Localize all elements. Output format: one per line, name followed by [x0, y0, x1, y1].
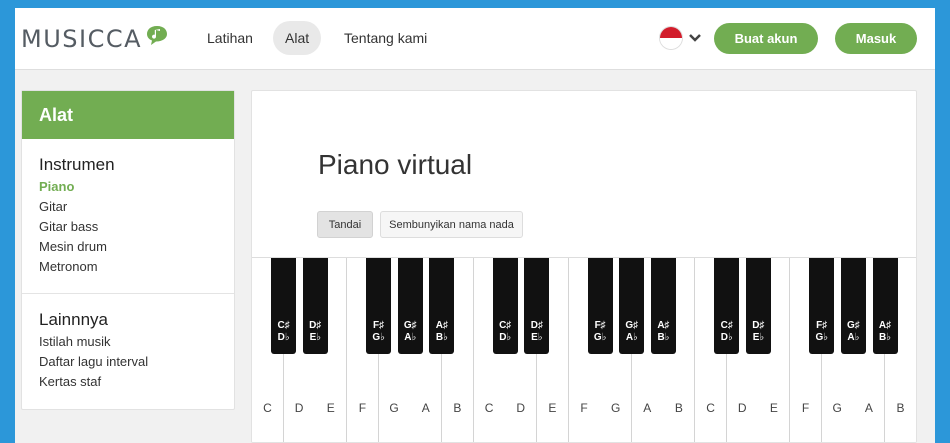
- black-key-sharp-label: D♯: [530, 320, 543, 331]
- black-key-sharp-label: A♯: [435, 320, 448, 331]
- piano-black-key[interactable]: D♯ E♭: [524, 258, 550, 354]
- music-bubble-icon: [147, 26, 168, 45]
- white-key-label: B: [896, 401, 905, 415]
- piano-card: Piano virtual Tandai Sembunyikan nama na…: [251, 90, 917, 443]
- piano-black-key[interactable]: F♯ G♭: [809, 258, 835, 354]
- white-key-label: B: [453, 401, 462, 415]
- black-key-flat-label: B♭: [435, 332, 448, 343]
- piano-black-key[interactable]: A♯ B♭: [650, 258, 676, 354]
- sidebar-divider: [22, 293, 234, 294]
- piano-black-key[interactable]: D♯ E♭: [302, 258, 328, 354]
- black-key-sharp-label: A♯: [657, 320, 670, 331]
- piano-black-key[interactable]: G♯ A♭: [397, 258, 423, 354]
- white-key-label: F: [358, 401, 367, 415]
- sidebar-link-daftar-lagu-interval[interactable]: Daftar lagu interval: [39, 352, 234, 372]
- top-bar: MUSICCA Latihan Alat Tentang kami Buat a…: [15, 8, 935, 70]
- piano-keyboard: C D E F G A B C D E F G A B C D E F G A B C♯ D♭ D♯ E♭ F♯ G♭ G♯ A♭ A♯ B…: [252, 257, 916, 442]
- black-key-flat-label: B♭: [657, 332, 670, 343]
- white-key-label: C: [263, 401, 272, 415]
- black-key-flat-label: E♭: [531, 332, 543, 343]
- white-key-label: A: [643, 401, 652, 415]
- login-button[interactable]: Masuk: [835, 23, 917, 54]
- white-key-label: D: [516, 401, 526, 415]
- white-key-label: G: [832, 401, 842, 415]
- black-key-flat-label: B♭: [879, 332, 891, 343]
- language-flag-icon[interactable]: [660, 27, 682, 49]
- black-key-sharp-label: F♯: [594, 320, 606, 331]
- sidebar-link-piano[interactable]: Piano: [39, 177, 234, 197]
- piano-black-key[interactable]: F♯ G♭: [587, 258, 613, 354]
- sidebar-title: Alat: [22, 91, 234, 139]
- black-key-sharp-label: C♯: [720, 320, 733, 331]
- sidebar: Alat Instrumen Piano Gitar Gitar bass Me…: [21, 90, 235, 410]
- black-key-flat-label: E♭: [309, 332, 321, 343]
- piano-black-key[interactable]: G♯ A♭: [840, 258, 866, 354]
- piano-black-key[interactable]: C♯ D♭: [492, 258, 518, 354]
- sidebar-heading-instrumen: Instrumen: [39, 155, 115, 174]
- white-key-label: E: [326, 401, 335, 415]
- black-key-flat-label: D♭: [499, 332, 512, 343]
- black-key-sharp-label: D♯: [752, 320, 765, 331]
- sidebar-link-metronom[interactable]: Metronom: [39, 257, 234, 277]
- page-title: Piano virtual: [318, 149, 473, 180]
- black-key-sharp-label: F♯: [816, 320, 828, 331]
- white-key-label: A: [421, 401, 430, 415]
- black-key-sharp-label: G♯: [625, 320, 639, 331]
- white-key-label: G: [389, 401, 399, 415]
- black-key-sharp-label: C♯: [499, 320, 512, 331]
- nav-tentang-kami[interactable]: Tentang kami: [332, 21, 439, 55]
- white-key-label: E: [769, 401, 778, 415]
- black-key-sharp-label: C♯: [277, 320, 290, 331]
- black-key-sharp-label: F♯: [373, 320, 385, 331]
- logo-text: MUSICCA: [21, 25, 143, 53]
- white-key-label: G: [610, 401, 621, 415]
- black-key-sharp-label: G♯: [846, 320, 860, 331]
- sidebar-link-gitar-bass[interactable]: Gitar bass: [39, 217, 234, 237]
- piano-black-key[interactable]: A♯ B♭: [429, 258, 455, 354]
- logo[interactable]: MUSICCA: [21, 24, 169, 54]
- piano-black-key[interactable]: C♯ D♭: [714, 258, 740, 354]
- white-key-label: E: [548, 401, 557, 415]
- chevron-down-icon[interactable]: [688, 32, 702, 44]
- piano-black-key[interactable]: F♯ G♭: [366, 258, 392, 354]
- sidebar-link-kertas-staf[interactable]: Kertas staf: [39, 372, 234, 392]
- black-key-flat-label: A♭: [625, 332, 638, 343]
- black-key-sharp-label: G♯: [403, 320, 417, 331]
- sidebar-link-istilah-musik[interactable]: Istilah musik: [39, 332, 234, 352]
- white-key-label: C: [706, 401, 715, 415]
- black-key-sharp-label: D♯: [309, 320, 322, 331]
- hide-note-names-button[interactable]: Sembunyikan nama nada: [380, 211, 523, 238]
- white-key-label: F: [801, 401, 810, 415]
- white-key-label: B: [674, 401, 683, 415]
- sidebar-link-mesin-drum[interactable]: Mesin drum: [39, 237, 234, 257]
- black-key-flat-label: G♭: [372, 332, 385, 343]
- black-key-flat-label: D♭: [277, 332, 290, 343]
- mark-button[interactable]: Tandai: [317, 211, 373, 238]
- black-key-flat-label: G♭: [593, 332, 607, 343]
- black-key-flat-label: D♭: [720, 332, 733, 343]
- white-key-label: D: [294, 401, 304, 415]
- piano-black-key[interactable]: G♯ A♭: [619, 258, 645, 354]
- sidebar-link-gitar[interactable]: Gitar: [39, 197, 234, 217]
- black-key-sharp-label: A♯: [878, 320, 892, 331]
- white-key-label: D: [737, 401, 747, 415]
- nav-latihan[interactable]: Latihan: [195, 21, 265, 55]
- piano-black-key[interactable]: C♯ D♭: [271, 258, 297, 354]
- app-frame: MUSICCA Latihan Alat Tentang kami Buat a…: [15, 8, 935, 443]
- create-account-button[interactable]: Buat akun: [714, 23, 818, 54]
- black-key-flat-label: E♭: [752, 332, 765, 343]
- nav-alat[interactable]: Alat: [273, 21, 322, 55]
- white-key-label: C: [484, 401, 494, 415]
- black-key-flat-label: A♭: [847, 332, 860, 343]
- black-key-flat-label: A♭: [404, 332, 417, 343]
- piano-black-key[interactable]: D♯ E♭: [745, 258, 771, 354]
- piano-black-key[interactable]: A♯ B♭: [872, 258, 898, 354]
- white-key-label: A: [864, 401, 873, 415]
- black-key-flat-label: G♭: [815, 332, 828, 343]
- white-key-label: F: [580, 401, 588, 415]
- sidebar-heading-lainnya: Lainnnya: [39, 310, 109, 329]
